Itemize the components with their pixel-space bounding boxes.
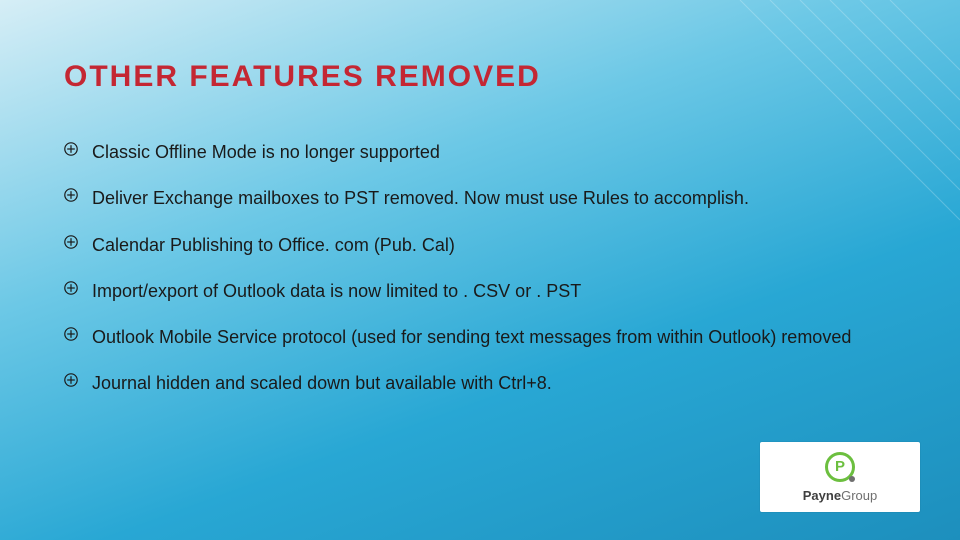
list-item: Calendar Publishing to Office. com (Pub.…	[64, 233, 870, 257]
list-item-text: Deliver Exchange mailboxes to PST remove…	[92, 186, 870, 210]
bullet-icon	[64, 327, 78, 341]
list-item: Outlook Mobile Service protocol (used fo…	[64, 325, 870, 349]
list-item-text: Classic Offline Mode is no longer suppor…	[92, 140, 870, 164]
brand-logo-mark-icon	[825, 452, 855, 482]
bullet-icon	[64, 188, 78, 202]
slide: OTHER FEATURES REMOVED Classic Offline M…	[0, 0, 960, 540]
brand-logo-text: PayneGroup	[803, 488, 877, 503]
list-item-text: Outlook Mobile Service protocol (used fo…	[92, 325, 870, 349]
brand-logo-dot-icon	[849, 476, 855, 482]
list-item: Deliver Exchange mailboxes to PST remove…	[64, 186, 870, 210]
brand-name-first: Payne	[803, 488, 841, 503]
slide-title: OTHER FEATURES REMOVED	[64, 60, 541, 94]
list-item: Import/export of Outlook data is now lim…	[64, 279, 870, 303]
bullet-icon	[64, 142, 78, 156]
bullet-icon	[64, 235, 78, 249]
list-item-text: Calendar Publishing to Office. com (Pub.…	[92, 233, 870, 257]
bullet-list: Classic Offline Mode is no longer suppor…	[64, 140, 870, 396]
brand-logo: PayneGroup	[760, 442, 920, 512]
brand-name-second: Group	[841, 488, 877, 503]
list-item-text: Import/export of Outlook data is now lim…	[92, 279, 870, 303]
list-item-text: Journal hidden and scaled down but avail…	[92, 371, 870, 395]
list-item: Classic Offline Mode is no longer suppor…	[64, 140, 870, 164]
list-item: Journal hidden and scaled down but avail…	[64, 371, 870, 395]
bullet-icon	[64, 281, 78, 295]
bullet-icon	[64, 373, 78, 387]
